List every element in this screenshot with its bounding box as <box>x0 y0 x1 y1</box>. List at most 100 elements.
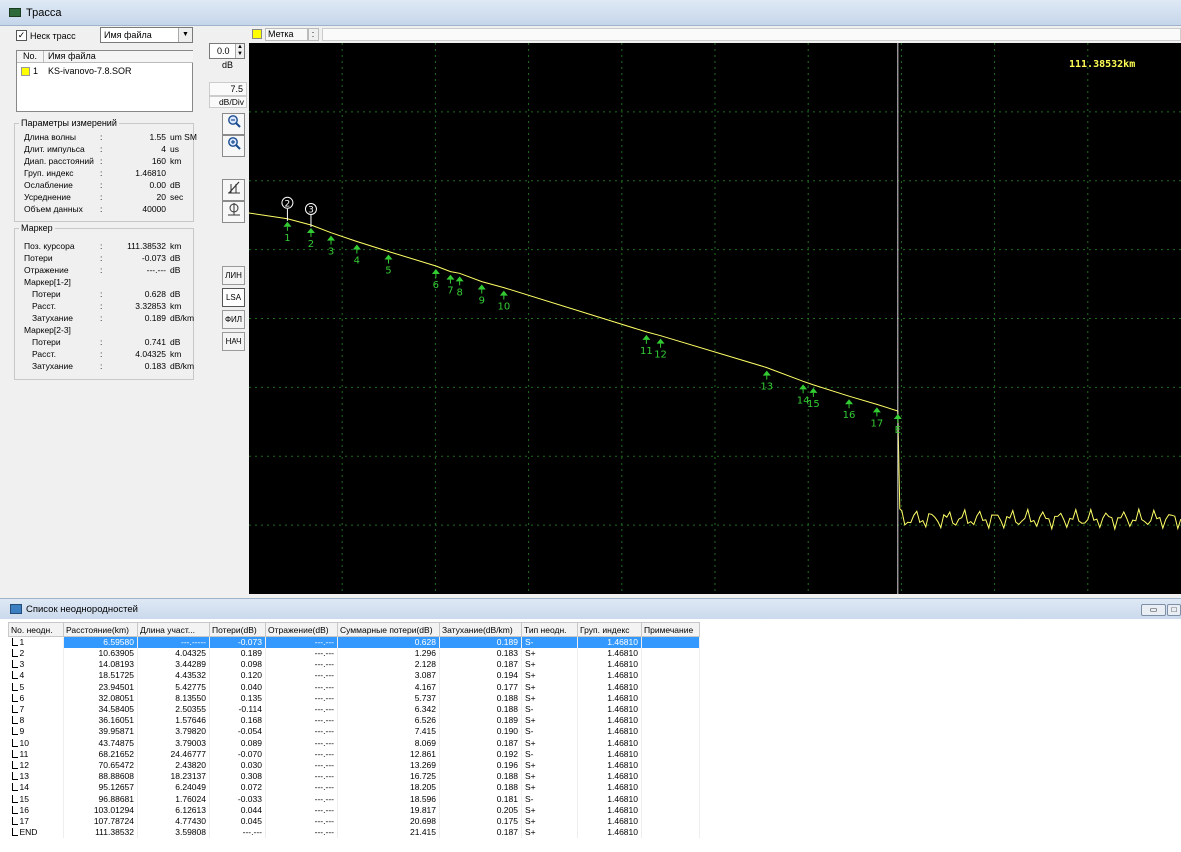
table-cell: 4 <box>8 670 64 682</box>
table-cell: 18.205 <box>337 782 440 794</box>
table-row[interactable]: 5 23.94501 5.42775 0.040 ---.--- 4.167 0.177 S+… <box>8 681 700 693</box>
otdr-trace-graph[interactable]: 111.38532km 1 2 3 4 5 6 7 8 9 10 11 12 13 14 15 16 17 E 2 3 <box>248 43 1181 594</box>
maximize-button[interactable]: □ <box>1167 604 1181 616</box>
table-cell: -0.054 <box>209 726 266 738</box>
table-row[interactable]: 9 39.95871 3.79820 -0.054 ---.--- 7.415 0.190 S… <box>8 726 700 738</box>
table-cell: 1 <box>8 636 64 648</box>
table-row[interactable]: 12 70.65472 2.43820 0.030 ---.--- 13.269 0.196… <box>8 759 700 772</box>
column-header[interactable]: Расстояние(km) <box>63 622 138 637</box>
label-field[interactable] <box>322 28 1181 41</box>
table-cell: 43.74875 <box>63 737 138 749</box>
table-row[interactable]: 8 36.16051 1.57646 0.168 ---.--- 6.526 0.189 S+… <box>8 715 700 727</box>
table-cell: 6 <box>8 692 64 704</box>
table-cell: 6.24049 <box>137 782 210 794</box>
table-cell: S+ <box>521 715 578 727</box>
column-header[interactable]: Отражение(dB) <box>265 622 338 637</box>
table-cell <box>641 726 700 738</box>
table-row[interactable]: 13 88.88608 18.23137 0.308 ---.--- 16.725 0.18… <box>8 771 700 783</box>
column-header[interactable]: Тип неодн. <box>521 622 578 637</box>
table-row[interactable]: 4 18.51725 4.43532 0.120 ---.--- 3.087 0.194 S+… <box>8 670 700 682</box>
marker-colon: : <box>100 337 103 347</box>
table-row[interactable]: 7 34.58405 2.50355 -0.114 ---.--- 6.342 0.188 S… <box>8 703 700 716</box>
label-tab[interactable]: Метка <box>265 28 309 41</box>
table-cell: 2 <box>8 648 64 660</box>
table-cell: 4.77430 <box>137 815 210 827</box>
table-cell: 0.030 <box>209 759 266 772</box>
table-row[interactable]: 2 10.63905 4.04325 0.189 ---.--- 1.296 0.183 S+… <box>8 648 700 660</box>
marker-value: 0.741 <box>144 337 166 347</box>
table-cell: 11 <box>8 748 64 760</box>
table-row[interactable]: END 111.38532 3.59808 ---.--- ---.--- 21.415 0… <box>8 827 700 839</box>
param-row: Ослабление: 0.00 dB <box>24 180 192 192</box>
chevron-down-icon[interactable]: ▼ <box>178 28 192 42</box>
table-cell: 12.861 <box>337 748 440 760</box>
table-cell: S+ <box>521 670 578 682</box>
table-row[interactable]: 11 68.21652 24.46777 -0.070 ---.--- 12.861 0.1… <box>8 748 700 760</box>
scale-value[interactable]: 7.5 <box>209 82 247 96</box>
event-marker-arrow <box>446 274 455 280</box>
spin-arrows-icon[interactable]: ▲ ▼ <box>235 44 244 58</box>
table-cell: 34.58405 <box>63 703 138 716</box>
table-cell: 1.46810 <box>577 737 642 749</box>
table-cell: 0.181 <box>439 793 522 805</box>
column-header[interactable]: Потери(dB) <box>209 622 266 637</box>
table-row[interactable]: 1 6.59580 ---.----- -0.073 ---.--- 0.628 0.189… <box>8 636 700 648</box>
offset-spinner[interactable]: 0.0 ▲ ▼ <box>209 43 245 59</box>
event-type-icon <box>11 772 18 781</box>
table-cell: 4.167 <box>337 681 440 693</box>
event-no: 3 <box>19 659 25 670</box>
column-header[interactable]: Суммарные потери(dB) <box>337 622 440 637</box>
marker-unit: dB <box>170 253 181 263</box>
two-point-marker-icon[interactable] <box>222 179 245 201</box>
file-list-row[interactable]: 1 KS-ivanovo-7.8.SOR <box>19 65 191 77</box>
column-header[interactable]: Затухание(dB/km) <box>439 622 522 637</box>
table-row[interactable]: 10 43.74875 3.79003 0.089 ---.--- 8.069 0.187 S… <box>8 737 700 749</box>
marker-number: 3 <box>308 205 314 215</box>
table-cell: S+ <box>521 648 578 660</box>
table-cell: 4.43532 <box>137 670 210 682</box>
table-row[interactable]: 3 14.08193 3.44289 0.098 ---.--- 2.128 0.187 S+… <box>8 659 700 671</box>
cursor-marker-icon[interactable] <box>222 201 245 223</box>
table-cell: 17 <box>8 815 64 827</box>
param-name: Длит. импульса <box>24 144 85 154</box>
marker-unit: km <box>170 241 182 251</box>
scale-unit: dB/Div <box>209 96 247 108</box>
table-cell: S- <box>521 636 578 648</box>
table-row[interactable]: 17 107.78724 4.77430 0.045 ---.--- 20.698 0.17… <box>8 815 700 827</box>
table-cell: 14.08193 <box>63 659 138 671</box>
event-table[interactable]: No. неодн. Расстояние(km) Длина участ... По… <box>8 622 700 839</box>
restore-button[interactable]: ▭ <box>1141 604 1166 616</box>
file-list-col-no[interactable]: No. <box>17 51 43 63</box>
column-header[interactable]: Груп. индекс <box>577 622 642 637</box>
column-header[interactable]: No. неодн. <box>8 622 64 637</box>
zoom-out-icon[interactable] <box>222 113 245 135</box>
mode-button-3[interactable]: ФИЛ <box>222 310 245 329</box>
multi-trace-checkbox[interactable]: ✓ <box>16 30 27 41</box>
column-header[interactable]: Длина участ... <box>137 622 210 637</box>
mode-button-4[interactable]: НАЧ <box>222 332 245 351</box>
event-number: 12 <box>654 350 667 361</box>
file-list-col-name[interactable]: Имя файла <box>43 51 193 63</box>
trace-plot[interactable]: 111.38532km1234567 891011 121314151617E23 <box>248 43 1181 594</box>
event-marker-arrow <box>872 407 881 413</box>
table-row[interactable]: 16 103.01294 6.12613 0.044 ---.--- 19.817 0.20… <box>8 804 700 816</box>
file-combo[interactable]: Имя файла ▼ <box>100 27 193 43</box>
table-row[interactable]: 6 32.08051 8.13550 0.135 ---.--- 5.737 0.188 S+… <box>8 692 700 704</box>
mode-button-2[interactable]: LSA <box>222 288 245 307</box>
table-cell: ---.--- <box>265 659 338 671</box>
table-row[interactable]: 14 95.12657 6.24049 0.072 ---.--- 18.205 0.188… <box>8 782 700 794</box>
table-cell: ---.----- <box>137 636 210 648</box>
marker-name: Затухание <box>32 313 73 323</box>
column-header[interactable]: Примечание <box>641 622 700 637</box>
zoom-in-icon[interactable] <box>222 135 245 157</box>
event-list-title: Список неоднородностей <box>26 604 138 615</box>
marker-colon: : <box>100 289 103 299</box>
table-cell: 8.069 <box>337 737 440 749</box>
marker-value: 0.189 <box>144 313 166 323</box>
table-cell: 1.46810 <box>577 782 642 794</box>
file-list[interactable]: No. Имя файла 1 KS-ivanovo-7.8.SOR <box>16 50 193 112</box>
left-panel: ✓ Неск трасс Имя файла ▼ No. Имя файла 1… <box>0 26 205 596</box>
marker-name: Потери <box>32 289 61 299</box>
mode-button-1[interactable]: ЛИН <box>222 266 245 285</box>
table-row[interactable]: 15 96.88681 1.76024 -0.033 ---.--- 18.596 0.18… <box>8 793 700 805</box>
